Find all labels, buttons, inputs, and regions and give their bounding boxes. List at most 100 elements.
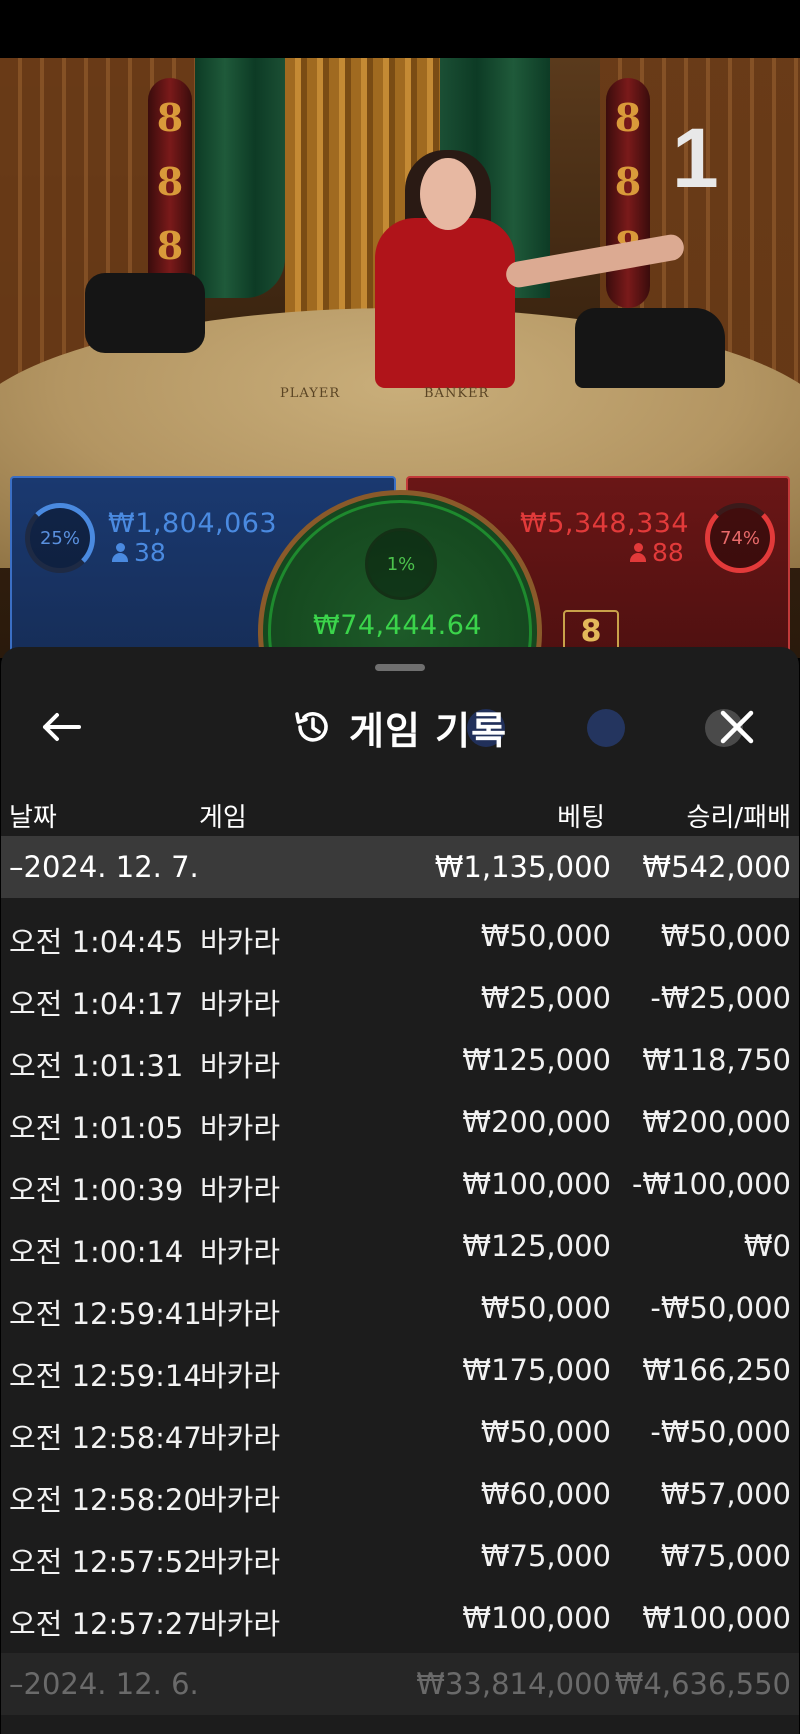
- column-glyph: 8: [156, 95, 184, 140]
- row-time: 오전 1:04:17: [9, 987, 184, 1021]
- player-total-bet: ₩1,804,063: [108, 508, 278, 539]
- column-header-game: 게임: [199, 803, 247, 833]
- status-bar: [0, 0, 800, 58]
- history-row[interactable]: 오전 1:00:14 바카라 ₩125,000 ₩0: [1, 1214, 799, 1276]
- person-icon: [630, 542, 646, 563]
- row-time: 오전 1:00:14: [9, 1235, 184, 1269]
- row-time: 오전 1:04:45: [9, 925, 184, 959]
- close-button[interactable]: [713, 703, 761, 751]
- game-history-sheet: 게임 기록 날짜 게임 베팅 승리/패배 –2024. 12. 7. ₩1,13…: [1, 647, 799, 1734]
- row-bet: ₩100,000: [462, 1601, 611, 1635]
- column-glyph: 8: [614, 95, 642, 140]
- date-group-row[interactable]: –2024. 12. 6. ₩33,814,000 ₩4,636,550: [1, 1653, 799, 1715]
- group-date: –2024. 12. 6.: [9, 1667, 199, 1701]
- group-win-total: ₩542,000: [642, 850, 791, 884]
- banker-percent-ring: 74%: [705, 503, 775, 573]
- row-win-loss: ₩200,000: [642, 1105, 791, 1139]
- back-button[interactable]: [37, 707, 85, 747]
- history-row[interactable]: 오전 12:59:14 바카라 ₩175,000 ₩166,250: [1, 1338, 799, 1400]
- row-time: 오전 1:00:39: [9, 1173, 184, 1207]
- row-win-loss: -₩100,000: [631, 1167, 791, 1201]
- row-game: 바카라: [200, 1421, 281, 1455]
- tie-total-bet: ₩74,444.64: [313, 610, 483, 641]
- row-win-loss: -₩50,000: [650, 1415, 791, 1449]
- history-row[interactable]: 오전 12:58:20 바카라 ₩60,000 ₩57,000: [1, 1462, 799, 1524]
- tie-percent: 1%: [386, 553, 416, 575]
- group-bet-total: ₩1,135,000: [434, 850, 611, 884]
- row-game: 바카라: [200, 1049, 281, 1083]
- row-game: 바카라: [200, 1111, 281, 1145]
- row-bet: ₩50,000: [480, 919, 611, 953]
- row-game: 바카라: [200, 1297, 281, 1331]
- row-time: 오전 1:01:05: [9, 1111, 184, 1145]
- player-percent: 25%: [39, 527, 80, 549]
- arrow-left-icon: [43, 713, 81, 741]
- column-headers: 날짜 게임 베팅 승리/패배: [1, 787, 799, 837]
- column-glyph: 8: [156, 223, 184, 268]
- group-bet-total: ₩33,814,000: [416, 1667, 611, 1701]
- player-bettor-count: 38: [112, 538, 166, 567]
- banker-percent: 74%: [719, 527, 760, 549]
- banker-bettor-count: 88: [630, 538, 684, 567]
- player-bettor-number: 38: [134, 538, 166, 567]
- row-game: 바카라: [200, 987, 281, 1021]
- row-bet: ₩175,000: [462, 1353, 611, 1387]
- decor-bag: [85, 273, 205, 353]
- row-win-loss: ₩0: [743, 1229, 791, 1263]
- row-bet: ₩125,000: [462, 1229, 611, 1263]
- history-row[interactable]: 오전 12:57:52 바카라 ₩75,000 ₩75,000: [1, 1524, 799, 1586]
- dealer-body: [375, 218, 515, 388]
- column-header-win-loss: 승리/패배: [686, 803, 791, 833]
- row-bet: ₩60,000: [480, 1477, 611, 1511]
- table-label-banker: BANKER: [424, 386, 490, 401]
- card-shoe: [575, 308, 725, 388]
- history-row[interactable]: 오전 12:59:41 바카라 ₩50,000 -₩50,000: [1, 1276, 799, 1338]
- table-label-player: PLAYER: [280, 386, 341, 401]
- banker-total-bet: ₩5,348,334: [520, 508, 690, 539]
- sheet-header: 게임 기록: [1, 687, 799, 767]
- row-game: 바카라: [200, 1235, 281, 1269]
- row-time: 오전 12:58:47: [9, 1421, 202, 1455]
- row-game: 바카라: [200, 1359, 281, 1393]
- row-time: 오전 12:59:14: [9, 1359, 202, 1393]
- history-row[interactable]: 오전 12:57:27 바카라 ₩100,000 ₩100,000: [1, 1586, 799, 1648]
- history-row[interactable]: 오전 1:00:39 바카라 ₩100,000 -₩100,000: [1, 1152, 799, 1214]
- row-time: 오전 12:59:41: [9, 1297, 202, 1331]
- history-row[interactable]: 오전 1:04:17 바카라 ₩25,000 -₩25,000: [1, 966, 799, 1028]
- history-title: 게임 기록: [349, 708, 508, 753]
- column-glyph: 8: [614, 159, 642, 204]
- row-win-loss: -₩25,000: [650, 981, 791, 1015]
- decor-column-right: 8 8 8: [606, 78, 650, 308]
- date-group-row[interactable]: –2024. 12. 7. ₩1,135,000 ₩542,000: [1, 836, 799, 898]
- row-game: 바카라: [200, 1173, 281, 1207]
- dealer-head: [420, 158, 476, 230]
- row-bet: ₩50,000: [480, 1415, 611, 1449]
- column-glyph: 8: [156, 159, 184, 204]
- group-date: –2024. 12. 7.: [9, 850, 199, 884]
- decor-curtain-left: [195, 58, 285, 298]
- row-win-loss: ₩57,000: [660, 1477, 791, 1511]
- drag-handle[interactable]: [375, 664, 425, 671]
- row-game: 바카라: [200, 1545, 281, 1579]
- column-header-bet: 베팅: [557, 803, 605, 833]
- row-win-loss: ₩75,000: [660, 1539, 791, 1573]
- faded-replay-icon: [587, 709, 625, 747]
- row-bet: ₩200,000: [462, 1105, 611, 1139]
- history-row[interactable]: 오전 1:04:45 바카라 ₩50,000 ₩50,000: [1, 904, 799, 966]
- banker-bettor-number: 88: [652, 538, 684, 567]
- history-row[interactable]: 오전 1:01:31 바카라 ₩125,000 ₩118,750: [1, 1028, 799, 1090]
- row-game: 바카라: [200, 1607, 281, 1641]
- sheet-title: 게임 기록: [291, 701, 507, 753]
- row-time: 오전 12:57:52: [9, 1545, 202, 1579]
- history-row[interactable]: 오전 12:58:47 바카라 ₩50,000 -₩50,000: [1, 1400, 799, 1462]
- row-win-loss: ₩166,250: [642, 1353, 791, 1387]
- column-header-date: 날짜: [9, 803, 57, 833]
- row-win-loss: -₩50,000: [650, 1291, 791, 1325]
- history-row[interactable]: 오전 1:01:05 바카라 ₩200,000 ₩200,000: [1, 1090, 799, 1152]
- row-bet: ₩75,000: [480, 1539, 611, 1573]
- round-number: 1: [672, 111, 719, 205]
- row-bet: ₩125,000: [462, 1043, 611, 1077]
- row-bet: ₩25,000: [480, 981, 611, 1015]
- row-win-loss: ₩100,000: [642, 1601, 791, 1635]
- row-bet: ₩50,000: [480, 1291, 611, 1325]
